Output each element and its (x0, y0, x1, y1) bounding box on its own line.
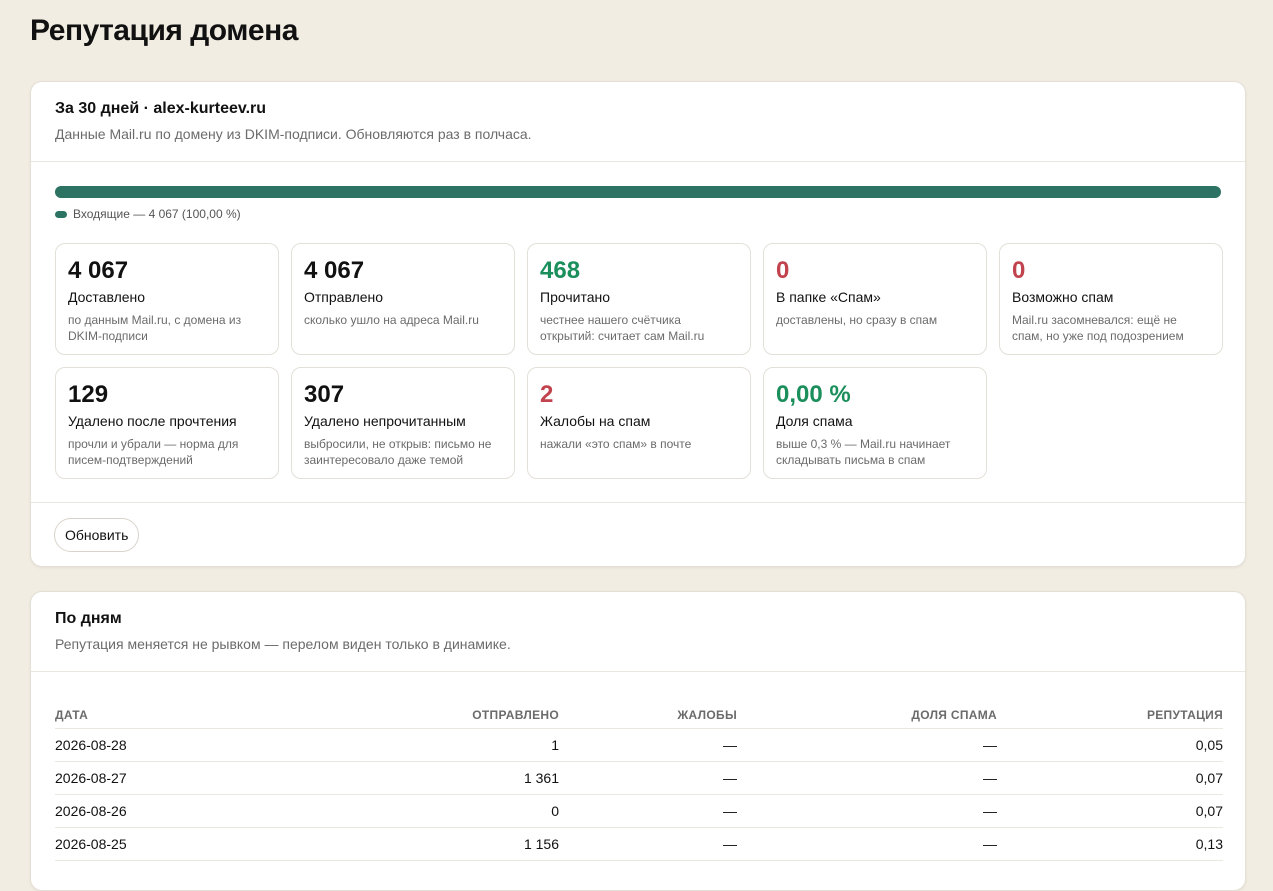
stat-value: 0 (776, 257, 790, 284)
stat-label: Возможно спам (1012, 289, 1114, 305)
stat-label: В папке «Спам» (776, 289, 881, 305)
cell-date: 2026-08-28 (55, 728, 315, 762)
column-header-complaints[interactable]: Жалобы (559, 702, 737, 729)
column-header-date[interactable]: Дата (55, 702, 315, 729)
table-row: 2026-08-27 1 361 — — 0,07 (55, 761, 1223, 795)
stat-description: сколько ушло на адреса Mail.ru (304, 313, 479, 327)
stat-card-deleted-unread: 307 Удалено непрочитанным выбросили, не … (291, 367, 515, 479)
stat-value: 468 (540, 257, 581, 284)
stat-card-read: 468 Прочитано честнее нашего счётчика от… (527, 243, 751, 355)
stat-value: 307 (304, 381, 345, 408)
cell-reputation: 0,07 (997, 794, 1223, 828)
cell-complaints: — (559, 728, 737, 762)
cell-reputation: 0,05 (997, 728, 1223, 762)
cell-spam-rate: — (737, 794, 997, 828)
daily-card-header: По дням Репутация меняется не рывком — п… (31, 592, 1245, 672)
stat-label: Жалобы на спам (540, 413, 651, 429)
stat-description: Mail.ru засомневался: ещё не спам, но уж… (1012, 313, 1184, 343)
legend-text: Входящие — 4 067 (100,00 %) (73, 207, 241, 221)
cell-sent: 0 (315, 794, 559, 828)
table-header-row: Дата Отправлено Жалобы Доля спама Репута… (55, 702, 1223, 729)
cell-date: 2026-08-25 (55, 827, 315, 861)
cell-reputation: 0,13 (997, 827, 1223, 861)
stat-label: Прочитано (540, 289, 610, 305)
page-title: Репутация домена (30, 14, 298, 47)
legend-swatch (55, 210, 67, 218)
daily-table: Дата Отправлено Жалобы Доля спама Репута… (55, 702, 1223, 861)
stat-card-deleted-after-read: 129 Удалено после прочтения прочли и убр… (55, 367, 279, 479)
stat-value: 129 (68, 381, 109, 408)
card-divider (31, 502, 1245, 503)
daily-title: По дням (55, 610, 122, 627)
bar-legend: Входящие — 4 067 (100,00 %) (55, 207, 1221, 221)
refresh-button[interactable]: Обновить (54, 518, 140, 552)
stat-card-spam-folder: 0 В папке «Спам» доставлены, но сразу в … (763, 243, 987, 355)
cell-reputation: 0,07 (997, 761, 1223, 795)
cell-spam-rate: — (737, 827, 997, 861)
column-header-reputation[interactable]: Репутация (997, 702, 1223, 729)
summary-title: За 30 дней · alex-kurteev.ru (55, 100, 267, 117)
cell-spam-rate: — (737, 761, 997, 795)
stat-description: прочли и убрали — норма для писем-подтве… (68, 437, 239, 467)
cell-date: 2026-08-26 (55, 794, 315, 828)
table-row: 2026-08-28 1 — — 0,05 (55, 728, 1223, 762)
table-row: 2026-08-26 0 — — 0,07 (55, 794, 1223, 828)
cell-complaints: — (559, 794, 737, 828)
daily-subtitle: Репутация меняется не рывком — перелом в… (55, 636, 511, 652)
cell-sent: 1 361 (315, 761, 559, 795)
delivery-progress-bar (55, 186, 1221, 198)
stat-label: Доля спама (776, 413, 853, 429)
summary-card-header: За 30 дней · alex-kurteev.ru Данные Mail… (31, 82, 1245, 162)
summary-subtitle: Данные Mail.ru по домену из DKIM-подписи… (55, 126, 532, 142)
stat-description: выбросили, не открыв: письмо не заинтере… (304, 437, 492, 467)
table-row: 2026-08-25 1 156 — — 0,13 (55, 827, 1223, 861)
stat-value: 4 067 (68, 257, 129, 284)
stat-value: 4 067 (304, 257, 365, 284)
stat-card-spam-rate: 0,00 % Доля спама выше 0,3 % — Mail.ru н… (763, 367, 987, 479)
stat-label: Доставлено (68, 289, 146, 305)
cell-spam-rate: — (737, 728, 997, 762)
cell-sent: 1 (315, 728, 559, 762)
stat-card-sent: 4 067 Отправлено сколько ушло на адреса … (291, 243, 515, 355)
cell-complaints: — (559, 761, 737, 795)
delivery-bar-block: Входящие — 4 067 (100,00 %) (55, 186, 1221, 221)
stat-card-complaints: 2 Жалобы на спам нажали «это спам» в поч… (527, 367, 751, 479)
stat-description: по данным Mail.ru, с домена из DKIM-подп… (68, 313, 242, 343)
stat-description: доставлены, но сразу в спам (776, 313, 938, 327)
cell-date: 2026-08-27 (55, 761, 315, 795)
stat-description: нажали «это спам» в почте (540, 437, 692, 451)
stat-value: 0,00 % (776, 381, 851, 408)
cell-sent: 1 156 (315, 827, 559, 861)
summary-card: За 30 дней · alex-kurteev.ru Данные Mail… (30, 81, 1246, 567)
stat-card-possible-spam: 0 Возможно спам Mail.ru засомневался: ещ… (999, 243, 1223, 355)
cell-complaints: — (559, 827, 737, 861)
stat-label: Удалено после прочтения (68, 413, 237, 429)
stat-card-delivered: 4 067 Доставлено по данным Mail.ru, с до… (55, 243, 279, 355)
stat-description: выше 0,3 % — Mail.ru начинает складывать… (776, 437, 951, 467)
stat-description: честнее нашего счётчика открытий: считае… (540, 313, 705, 343)
daily-card: По дням Репутация меняется не рывком — п… (30, 591, 1246, 891)
stat-label: Удалено непрочитанным (304, 413, 466, 429)
stat-value: 0 (1012, 257, 1026, 284)
column-header-spam-rate[interactable]: Доля спама (737, 702, 997, 729)
stat-label: Отправлено (304, 289, 384, 305)
stat-value: 2 (540, 381, 554, 408)
column-header-sent[interactable]: Отправлено (315, 702, 559, 729)
